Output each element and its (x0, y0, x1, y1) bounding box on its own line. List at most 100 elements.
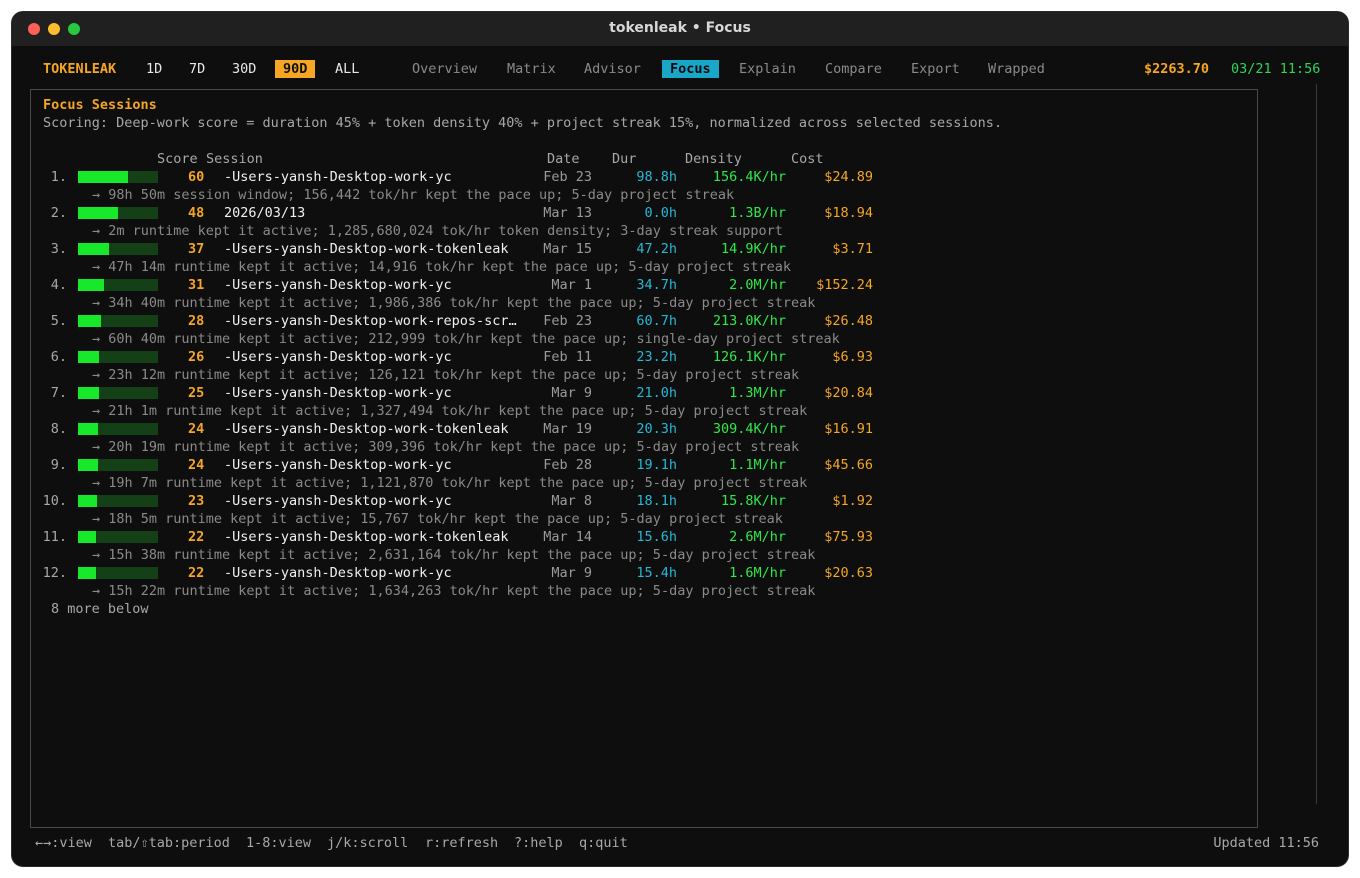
session-density: 213.0K/hr (712, 313, 786, 329)
session-name[interactable]: -Users-yansh-Desktop-work-yc (224, 456, 452, 474)
session-cost: $18.94 (824, 205, 873, 221)
session-duration: 21.0h (636, 385, 677, 401)
session-cost: $26.48 (824, 313, 873, 329)
score-bar-fill (78, 567, 96, 579)
header-session: Session (206, 151, 263, 167)
session-name[interactable]: -Users-yansh-Desktop-work-yc (224, 168, 452, 186)
session-name[interactable]: -Users-yansh-Desktop-work-tokenleak (224, 528, 508, 546)
session-density: 15.8K/hr (720, 493, 786, 509)
period-30d[interactable]: 30D (232, 60, 256, 78)
score-value: 31 (188, 277, 205, 293)
session-cost: $1.92 (832, 493, 873, 509)
footer-key-4: j/k:scroll (327, 835, 409, 851)
session-name[interactable]: -Users-yansh-Desktop-work-tokenleak (224, 420, 508, 438)
session-date: Feb 11 (543, 349, 592, 365)
score-bar (78, 207, 158, 219)
score-bar-empty (99, 387, 158, 399)
period-all[interactable]: ALL (335, 60, 359, 78)
session-name[interactable]: -Users-yansh-Desktop-work-yc (224, 384, 452, 402)
footer-key-1: ←→:view (35, 835, 92, 851)
score-bar-empty (96, 567, 158, 579)
tab-wrapped[interactable]: Wrapped (988, 60, 1045, 78)
session-cost: $75.93 (824, 529, 873, 545)
footer-key-7: q:quit (579, 835, 628, 851)
footer-key-5: r:refresh (425, 835, 499, 851)
session-date: Mar 13 (543, 205, 592, 221)
score-bar (78, 387, 158, 399)
session-explanation: → 15h 38m runtime kept it active; 2,631,… (92, 547, 816, 563)
tab-export[interactable]: Export (911, 60, 960, 78)
more-below-indicator: 8 more below (51, 601, 149, 617)
score-bar-fill (78, 207, 118, 219)
session-duration: 60.7h (636, 313, 677, 329)
session-date: Mar 19 (543, 421, 592, 437)
score-bar-fill (78, 423, 98, 435)
footer-key-3: 1-8:view (246, 835, 312, 851)
scroll-track[interactable] (1316, 84, 1317, 804)
header-cost: Cost (791, 151, 824, 167)
footer-key-6: ?:help (514, 835, 563, 851)
session-date: Mar 9 (551, 565, 592, 581)
score-bar (78, 495, 158, 507)
period-7d[interactable]: 7D (189, 60, 205, 78)
total-cost: $2263.70 (1144, 61, 1210, 77)
header-date: Date (547, 151, 580, 167)
score-bar-fill (78, 459, 98, 471)
app-brand: TOKENLEAK (43, 61, 117, 77)
tab-explain[interactable]: Explain (739, 60, 796, 78)
session-cost: $6.93 (832, 349, 873, 365)
title-bar: tokenleak • Focus (12, 12, 1348, 46)
score-bar-empty (101, 315, 158, 327)
score-bar (78, 315, 158, 327)
tab-advisor[interactable]: Advisor (584, 60, 641, 78)
session-cost: $24.89 (824, 169, 873, 185)
score-value: 22 (188, 565, 205, 581)
session-date: Mar 15 (543, 241, 592, 257)
session-name[interactable]: -Users-yansh-Desktop-work-yc (224, 276, 452, 294)
header-score: Score (157, 151, 198, 167)
session-name[interactable]: -Users-yansh-Desktop-work-yc (224, 564, 452, 582)
session-explanation: → 19h 7m runtime kept it active; 1,121,8… (92, 475, 808, 491)
session-explanation: → 34h 40m runtime kept it active; 1,986,… (92, 295, 816, 311)
row-index: 7. (50, 385, 67, 401)
session-cost: $16.91 (824, 421, 873, 437)
session-duration: 20.3h (636, 421, 677, 437)
session-duration: 47.2h (636, 241, 677, 257)
score-bar-fill (78, 495, 97, 507)
session-density: 2.0M/hr (729, 277, 786, 293)
row-index: 8. (50, 421, 67, 437)
tab-matrix[interactable]: Matrix (507, 60, 556, 78)
session-name[interactable]: -Users-yansh-Desktop-work-repos-scr… (224, 312, 517, 330)
session-date: Mar 1 (551, 277, 592, 293)
session-density: 1.3B/hr (729, 205, 786, 221)
session-explanation: → 47h 14m runtime kept it active; 14,916… (92, 259, 791, 275)
period-1d[interactable]: 1D (146, 60, 162, 78)
session-explanation: → 98h 50m session window; 156,442 tok/hr… (92, 187, 735, 203)
score-bar (78, 243, 158, 255)
session-name[interactable]: -Users-yansh-Desktop-work-yc (224, 348, 452, 366)
window-title: tokenleak • Focus (609, 20, 751, 36)
session-explanation: → 15h 22m runtime kept it active; 1,634,… (92, 583, 816, 599)
row-index: 11. (42, 529, 67, 545)
score-bar (78, 423, 158, 435)
score-bar (78, 567, 158, 579)
score-bar (78, 459, 158, 471)
session-date: Mar 14 (543, 529, 592, 545)
session-duration: 98.8h (636, 169, 677, 185)
row-index: 6. (50, 349, 67, 365)
session-name[interactable]: -Users-yansh-Desktop-work-tokenleak (224, 240, 508, 258)
score-value: 22 (188, 529, 205, 545)
session-density: 1.6M/hr (729, 565, 786, 581)
tab-compare[interactable]: Compare (825, 60, 882, 78)
period-90d[interactable]: 90D (275, 60, 316, 78)
tab-overview[interactable]: Overview (412, 60, 477, 78)
session-date: Mar 8 (551, 493, 592, 509)
score-value: 60 (188, 169, 205, 185)
tab-focus[interactable]: Focus (662, 60, 719, 78)
session-name[interactable]: 2026/03/13 (224, 204, 305, 222)
score-bar-empty (109, 243, 158, 255)
score-bar (78, 531, 158, 543)
session-duration: 19.1h (636, 457, 677, 473)
session-cost: $20.63 (824, 565, 873, 581)
session-name[interactable]: -Users-yansh-Desktop-work-yc (224, 492, 452, 510)
